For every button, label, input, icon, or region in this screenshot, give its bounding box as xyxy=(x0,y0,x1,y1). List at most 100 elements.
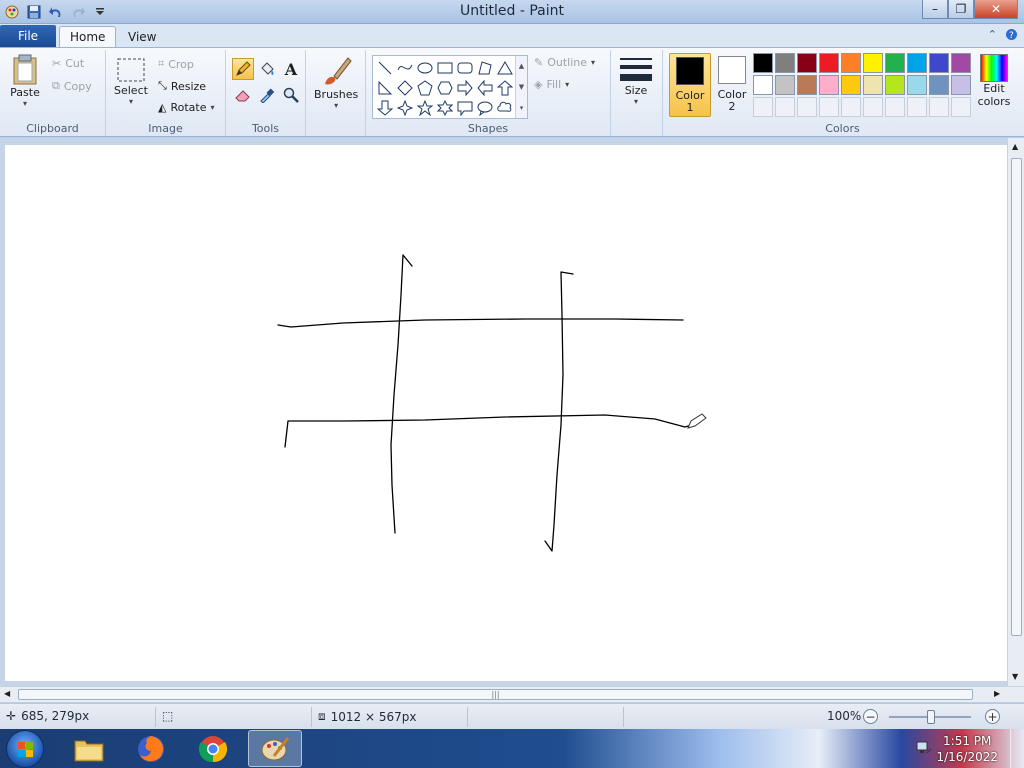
oval-shape[interactable] xyxy=(415,58,435,78)
select-label: Select xyxy=(114,84,148,97)
help-icon[interactable]: ? xyxy=(1005,28,1018,44)
triangle-shape[interactable] xyxy=(495,58,515,78)
six-point-star-shape[interactable] xyxy=(435,98,455,118)
rotate-label: Rotate xyxy=(170,101,207,114)
minimize-button[interactable]: – xyxy=(922,0,948,19)
vertical-scroll-thumb[interactable] xyxy=(1011,158,1022,636)
crop-label: Crop xyxy=(168,57,194,71)
select-button[interactable]: Select ▾ xyxy=(114,56,148,106)
scroll-down-arrow-icon[interactable]: ▼ xyxy=(1012,672,1018,681)
shapes-gallery: ▲ ▼ ▾ xyxy=(372,55,528,119)
oval-callout-shape[interactable] xyxy=(475,98,495,118)
polygon-shape[interactable] xyxy=(475,58,495,78)
scroll-down-icon[interactable]: ▼ xyxy=(519,83,524,91)
shapes-scrollbar[interactable]: ▲ ▼ ▾ xyxy=(515,56,527,118)
five-point-star-shape[interactable] xyxy=(415,98,435,118)
fill-button[interactable]: ◈ Fill ▾ xyxy=(534,78,569,91)
scroll-right-arrow-icon[interactable]: ▶ xyxy=(994,689,1000,698)
paste-button[interactable]: Paste ▾ xyxy=(10,54,40,108)
size-button[interactable]: Size ▾ xyxy=(619,56,653,106)
right-triangle-shape[interactable] xyxy=(375,78,395,98)
pencil-icon xyxy=(236,61,251,76)
copy-icon: ⧉ xyxy=(52,79,60,92)
image-group-label: Image xyxy=(148,122,183,135)
zoom-in-button[interactable]: + xyxy=(985,709,1000,724)
color-picker-tool[interactable] xyxy=(256,84,278,106)
tools-grid: A xyxy=(232,58,302,106)
brushes-group: Brushes ▾ xyxy=(306,50,366,136)
svg-text:?: ? xyxy=(1009,31,1014,41)
pencil-tool[interactable] xyxy=(232,58,254,80)
left-arrow-shape[interactable] xyxy=(475,78,495,98)
minimize-ribbon-icon[interactable]: ⌃ xyxy=(988,28,997,44)
clock-time: 1:51 PM xyxy=(943,734,992,748)
zoom-out-button[interactable]: − xyxy=(863,709,878,724)
vertical-scrollbar[interactable]: ▲ ▼ xyxy=(1007,138,1024,688)
scroll-up-arrow-icon[interactable]: ▲ xyxy=(1012,142,1018,151)
taskbar-file-explorer[interactable] xyxy=(62,730,116,767)
clipboard-group: Paste ▾ ✂ Cut ⧉ Copy Clipboard xyxy=(0,50,106,136)
four-point-star-shape[interactable] xyxy=(395,98,415,118)
ribbon-tab-row: File Home View ⌃ ? xyxy=(0,24,1024,47)
crop-button[interactable]: ⌗ Crop xyxy=(158,57,194,71)
copy-button[interactable]: ⧉ Copy xyxy=(52,79,92,93)
select-dropdown-icon: ▾ xyxy=(128,97,133,106)
text-icon: A xyxy=(284,59,298,79)
cursor-position: ✛ 685, 279px xyxy=(6,709,89,723)
close-button[interactable]: ✕ xyxy=(974,0,1018,19)
taskbar-firefox[interactable] xyxy=(124,730,178,767)
scroll-left-arrow-icon[interactable]: ◀ xyxy=(4,689,10,698)
curve-shape[interactable] xyxy=(395,58,415,78)
brushes-button[interactable]: Brushes ▾ xyxy=(314,54,358,110)
line-shape[interactable] xyxy=(375,58,395,78)
taskbar-paint[interactable] xyxy=(248,730,302,767)
horizontal-scroll-thumb[interactable]: ||| xyxy=(18,689,973,700)
rectangular-callout-shape[interactable] xyxy=(455,98,475,118)
clock-date: 1/16/2022 xyxy=(936,750,998,764)
cut-button[interactable]: ✂ Cut xyxy=(52,57,84,70)
system-clock[interactable]: 1:51 PM 1/16/2022 xyxy=(936,733,998,765)
scroll-up-icon[interactable]: ▲ xyxy=(519,62,524,70)
right-arrow-shape[interactable] xyxy=(455,78,475,98)
start-button[interactable] xyxy=(6,730,44,768)
cloud-callout-shape[interactable] xyxy=(495,98,515,118)
tab-home[interactable]: Home xyxy=(59,26,117,47)
drawn-line-vertical-left xyxy=(390,254,413,534)
chrome-icon xyxy=(198,735,228,762)
eraser-icon xyxy=(235,90,250,102)
scissors-icon: ✂ xyxy=(52,57,62,70)
pentagon-shape[interactable] xyxy=(415,78,435,98)
outline-label: Outline xyxy=(547,56,588,69)
zoom-slider-thumb[interactable] xyxy=(927,710,935,724)
brush-icon xyxy=(325,57,352,85)
taskbar-chrome[interactable] xyxy=(186,730,240,767)
tab-view[interactable]: View xyxy=(118,26,166,47)
diamond-shape[interactable] xyxy=(395,78,415,98)
show-desktop-button[interactable] xyxy=(1010,729,1024,768)
drawing-canvas[interactable] xyxy=(5,145,1007,681)
outline-button[interactable]: ✎ Outline ▾ xyxy=(534,56,595,69)
up-arrow-shape[interactable] xyxy=(495,78,515,98)
hexagon-shape[interactable] xyxy=(435,78,455,98)
resize-button[interactable]: ⤡ Resize xyxy=(158,79,206,93)
network-icon[interactable] xyxy=(916,739,932,758)
drawn-line-horizontal-bottom xyxy=(284,414,696,448)
canvas-size-icon: ⧈ xyxy=(318,709,326,723)
rounded-rectangle-shape[interactable] xyxy=(455,58,475,78)
zoom-out-icon: − xyxy=(865,709,876,724)
tab-file[interactable]: File xyxy=(0,25,56,47)
workspace: ▲ ▼ xyxy=(0,138,1024,688)
fill-tool[interactable] xyxy=(256,58,278,80)
rotate-button[interactable]: ◭ Rotate ▾ xyxy=(158,101,215,114)
expand-gallery-icon[interactable]: ▾ xyxy=(520,104,524,112)
canvas-size: ⧈ 1012 × 567px xyxy=(318,709,417,724)
down-arrow-shape[interactable] xyxy=(375,98,395,118)
text-tool[interactable]: A xyxy=(280,58,302,80)
eraser-tool[interactable] xyxy=(232,84,254,106)
restore-button[interactable]: ❐ xyxy=(948,0,974,19)
restore-icon: ❐ xyxy=(955,2,967,16)
horizontal-scrollbar[interactable]: ◀ ||| ▶ xyxy=(0,686,1024,702)
crop-icon: ⌗ xyxy=(158,57,165,70)
rectangle-shape[interactable] xyxy=(435,58,455,78)
magnifier-tool[interactable] xyxy=(280,84,302,106)
